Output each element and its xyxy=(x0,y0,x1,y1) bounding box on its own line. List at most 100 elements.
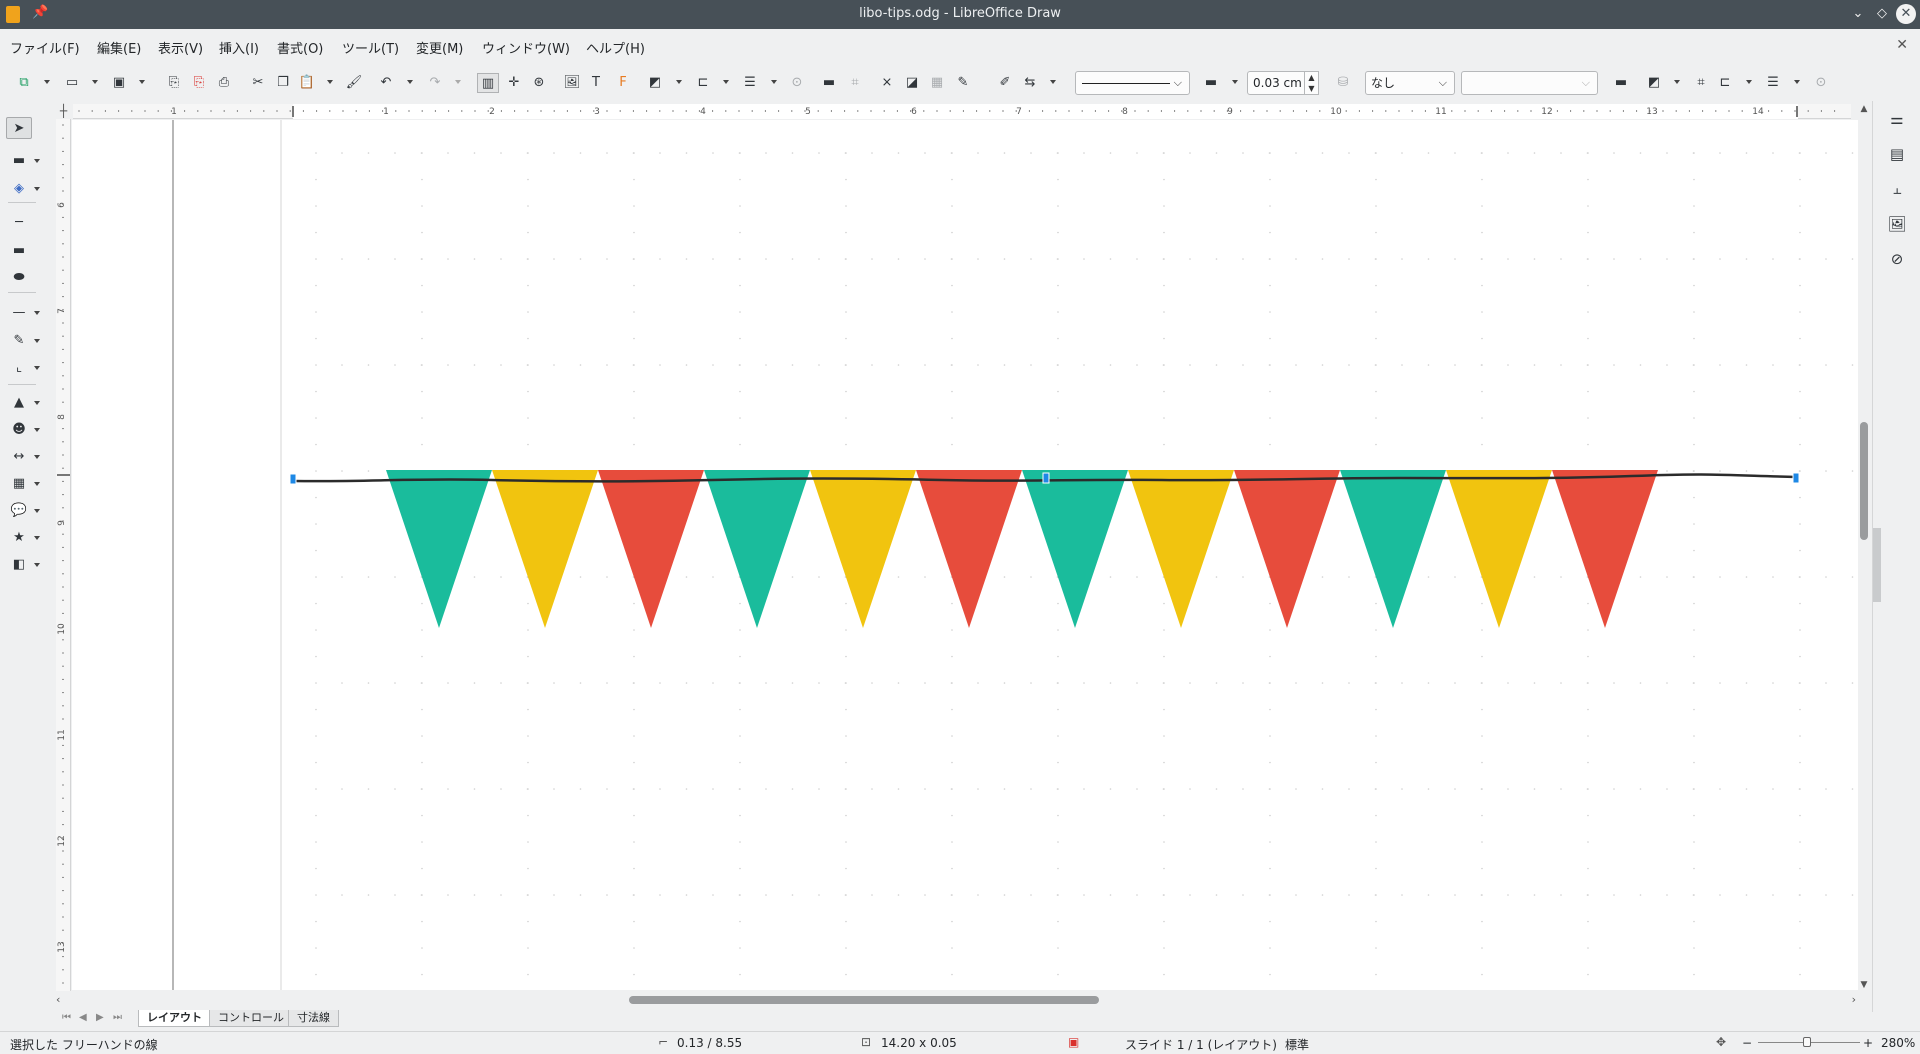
scroll-down-icon[interactable]: ▼ xyxy=(1858,980,1870,990)
pennant-flag[interactable] xyxy=(386,470,492,628)
menu-tools[interactable]: ツール(T) xyxy=(342,38,399,57)
grid-icon[interactable]: ▥ xyxy=(477,73,499,93)
callouts-icon[interactable]: 💬 xyxy=(6,500,32,522)
scroll-left-icon[interactable]: ‹ xyxy=(56,993,60,1006)
menu-format[interactable]: 書式(O) xyxy=(277,38,323,57)
connector-dropdown[interactable] xyxy=(34,366,40,370)
transformations-dropdown-arrow[interactable] xyxy=(676,80,682,84)
callouts-dropdown[interactable] xyxy=(34,509,40,513)
copy-icon[interactable]: ❐ xyxy=(272,73,294,93)
fontwork-icon[interactable]: F xyxy=(612,73,634,93)
zoom-slider-knob[interactable] xyxy=(1803,1037,1811,1047)
3d-objects-icon[interactable]: ◧ xyxy=(6,554,32,576)
arrow-style-dropdown-arrow[interactable] xyxy=(1050,80,1056,84)
vertical-ruler[interactable]: 6 7 8 9 10 11 12 13 xyxy=(56,119,71,991)
arrange-icon[interactable]: ☰ xyxy=(739,73,761,93)
menu-edit[interactable]: 編集(E) xyxy=(97,38,141,57)
ellipse-icon[interactable]: ⬬ xyxy=(6,267,32,289)
paste-dropdown-arrow[interactable] xyxy=(327,80,333,84)
pennant-flag[interactable] xyxy=(1552,470,1658,628)
undo-icon[interactable]: ↶ xyxy=(375,73,397,93)
pennant-flag[interactable] xyxy=(704,470,810,628)
align-dropdown-arrow[interactable] xyxy=(723,80,729,84)
block-arrows-icon[interactable]: ↔ xyxy=(6,446,32,468)
page-canvas[interactable] xyxy=(72,120,1858,990)
zoom-pan-icon[interactable]: ⊛ xyxy=(528,73,550,93)
symbol-shapes-dropdown[interactable] xyxy=(34,428,40,432)
minimize-button[interactable]: ⌄ xyxy=(1848,4,1868,24)
pennant-flag[interactable] xyxy=(492,470,598,628)
horizontal-scrollbar[interactable]: ‹ › xyxy=(56,993,1856,1006)
lines-arrows-dropdown[interactable] xyxy=(34,311,40,315)
arrange-dropdown-arrow[interactable] xyxy=(771,80,777,84)
undo-dropdown-arrow[interactable] xyxy=(407,80,413,84)
helplines-icon[interactable]: ✛ xyxy=(503,73,525,93)
ruler-margin-marker[interactable] xyxy=(1796,106,1798,117)
stars-dropdown[interactable] xyxy=(34,536,40,540)
export-icon[interactable]: ⎘ xyxy=(163,73,185,93)
curves-dropdown[interactable] xyxy=(34,339,40,343)
close-document-icon[interactable]: ✕ xyxy=(1896,37,1908,53)
last-tab-icon[interactable]: ⏭ xyxy=(113,1012,122,1023)
maximize-button[interactable]: ◇ xyxy=(1872,4,1892,24)
flowchart-dropdown[interactable] xyxy=(34,482,40,486)
zoom-level[interactable]: 280% xyxy=(1881,1036,1915,1050)
selection-handle[interactable] xyxy=(1042,472,1050,484)
block-arrows-dropdown[interactable] xyxy=(34,455,40,459)
points-icon[interactable]: ⨯ xyxy=(876,73,898,93)
align-icon[interactable]: ⊏ xyxy=(1714,73,1736,93)
gallery-icon[interactable]: 🖼 xyxy=(1885,212,1909,236)
line-icon[interactable]: ✐ xyxy=(994,73,1016,93)
line-color-tool-dropdown[interactable] xyxy=(34,159,40,163)
transformations-icon[interactable]: ◩ xyxy=(644,73,666,93)
horizontal-scroll-thumb[interactable] xyxy=(629,996,1099,1004)
draw-function-icon[interactable]: ✎ xyxy=(952,73,974,93)
next-tab-icon[interactable]: ▶ xyxy=(96,1012,104,1023)
pennant-flag[interactable] xyxy=(1340,470,1446,628)
pennant-flag[interactable] xyxy=(1234,470,1340,628)
horizontal-ruler[interactable]: 1 1 2 3 4 5 6 7 8 9 10 11 12 13 14 xyxy=(73,104,1851,119)
sidebar-collapse-handle[interactable] xyxy=(1873,528,1881,602)
ruler-margin-marker[interactable] xyxy=(292,106,294,117)
shadow-icon[interactable]: ▬ xyxy=(818,73,840,93)
line-color-icon[interactable]: ▬ xyxy=(1200,73,1222,93)
arrange-right-dropdown-arrow[interactable] xyxy=(1794,80,1800,84)
rectangle-icon[interactable]: ▬ xyxy=(6,240,32,262)
flowchart-icon[interactable]: ▦ xyxy=(6,473,32,495)
align-right-dropdown-arrow[interactable] xyxy=(1746,80,1752,84)
insert-image-icon[interactable]: 🖼 xyxy=(561,73,583,93)
arrow-pointer-icon[interactable]: ➤ xyxy=(6,117,32,139)
open-folder-icon[interactable]: ▭ xyxy=(61,73,83,93)
export-pdf-icon[interactable]: ⎘ xyxy=(188,73,210,93)
tab-dimension-lines[interactable]: 寸法線 xyxy=(288,1010,339,1027)
menu-insert[interactable]: 挿入(I) xyxy=(219,38,259,57)
menu-view[interactable]: 表示(V) xyxy=(158,38,203,57)
print-icon[interactable]: ⎙ xyxy=(213,73,235,93)
scroll-up-icon[interactable]: ▲ xyxy=(1858,104,1870,114)
fit-slide-icon[interactable]: ✥ xyxy=(1716,1035,1726,1049)
pennant-flag[interactable] xyxy=(810,470,916,628)
crop-image-icon[interactable]: ⌗ xyxy=(1690,73,1712,93)
open-dropdown-arrow[interactable] xyxy=(92,80,98,84)
first-tab-icon[interactable]: ⏮ xyxy=(62,1012,71,1023)
paste-icon[interactable]: 📋 xyxy=(296,73,318,93)
connector-icon[interactable]: ⌞ xyxy=(6,357,32,379)
symbol-shapes-icon[interactable]: ☻ xyxy=(6,419,32,441)
slide-transition-icon[interactable]: ▤ xyxy=(1885,142,1909,166)
3d-objects-dropdown[interactable] xyxy=(34,563,40,567)
tab-controls[interactable]: コントロール xyxy=(209,1010,293,1027)
pennant-flag[interactable] xyxy=(598,470,704,628)
pennant-flag[interactable] xyxy=(916,470,1022,628)
navigator-icon[interactable]: ⊘ xyxy=(1885,247,1909,271)
pennant-flag[interactable] xyxy=(1446,470,1552,628)
fill-color-tool-dropdown[interactable] xyxy=(34,187,40,191)
line-tool-icon[interactable]: ─ xyxy=(6,212,32,234)
new-document-icon[interactable]: ⧉ xyxy=(13,73,35,93)
zoom-out-button[interactable]: − xyxy=(1742,1036,1752,1050)
new-dropdown-arrow[interactable] xyxy=(44,80,50,84)
vertical-scrollbar[interactable]: ▲ ▼ xyxy=(1858,104,1870,990)
arrange-right-icon[interactable]: ☰ xyxy=(1762,73,1784,93)
document-modified-icon[interactable]: ▣ xyxy=(1068,1035,1079,1049)
pennant-flag[interactable] xyxy=(1022,470,1128,628)
area-style-select[interactable]: なし ⌵ xyxy=(1365,71,1455,95)
